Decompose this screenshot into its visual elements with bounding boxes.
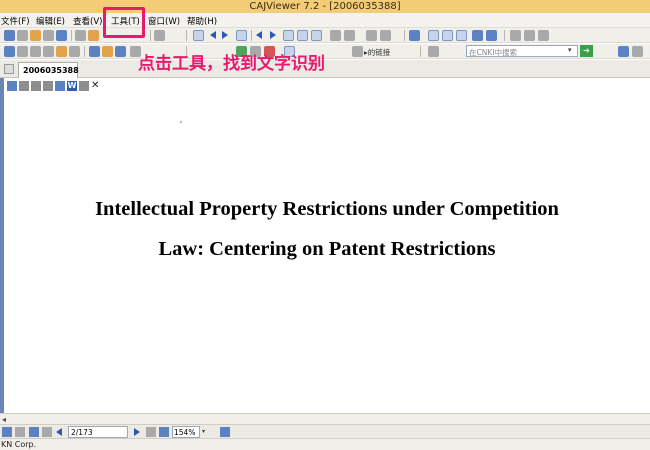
zoom-icon[interactable]: [159, 427, 169, 437]
hand-icon[interactable]: [154, 30, 165, 41]
last-page-icon[interactable]: [236, 30, 247, 41]
page-icon[interactable]: [79, 81, 89, 91]
continuous-page-icon[interactable]: [297, 30, 308, 41]
title-bar: CAJViewer 7.2 - [2006035388]: [0, 0, 650, 13]
save-icon[interactable]: [7, 81, 17, 91]
menu-view[interactable]: 查看(V): [73, 15, 102, 27]
actual-size-icon[interactable]: [442, 30, 453, 41]
last-page-icon[interactable]: [146, 427, 156, 437]
highlight-icon[interactable]: [56, 46, 67, 57]
text-select-icon[interactable]: [17, 46, 28, 57]
pencil-icon[interactable]: [89, 46, 100, 57]
paste-icon[interactable]: [88, 30, 99, 41]
snapshot-icon[interactable]: [30, 46, 41, 57]
link-icon[interactable]: [352, 46, 363, 57]
save-icon[interactable]: [4, 30, 15, 41]
fit-visible-icon[interactable]: [456, 30, 467, 41]
prev-page-icon[interactable]: [56, 428, 62, 436]
menu-edit[interactable]: 编辑(E): [36, 15, 65, 27]
zoom-in-icon[interactable]: [472, 30, 483, 41]
menu-file[interactable]: 文件(F): [1, 15, 30, 27]
status-text: KN Corp.: [1, 440, 37, 449]
print-icon[interactable]: [31, 81, 41, 91]
export-icon[interactable]: [43, 81, 53, 91]
ocr-icon[interactable]: [43, 46, 54, 57]
first-page-icon[interactable]: [42, 427, 52, 437]
find-icon[interactable]: [510, 30, 521, 41]
first-page-icon[interactable]: [193, 30, 204, 41]
rotate-icon[interactable]: [330, 30, 341, 41]
status-bar: KN Corp.: [0, 438, 650, 450]
search-go-button[interactable]: ➔: [580, 45, 593, 57]
copy-icon[interactable]: [75, 30, 86, 41]
navigation-bar: 2/173 154% ▾: [0, 424, 650, 438]
toc-icon[interactable]: [29, 427, 39, 437]
prev-page-icon[interactable]: [210, 31, 216, 39]
scroll-left-icon[interactable]: ◂: [2, 415, 6, 424]
help-icon[interactable]: [618, 46, 629, 57]
back-icon[interactable]: [256, 31, 262, 39]
preview-icon[interactable]: [43, 30, 54, 41]
single-page-icon[interactable]: [283, 30, 294, 41]
print-icon[interactable]: [30, 30, 41, 41]
thumbnail-toggle-icon[interactable]: [15, 427, 25, 437]
forward-icon[interactable]: [270, 31, 276, 39]
underline-icon[interactable]: [69, 46, 80, 57]
facing-page-icon[interactable]: [311, 30, 322, 41]
menu-bar: 文件(F) 编辑(E) 查看(V) 工具(T) 窗口(W) 帮助(H): [0, 13, 650, 28]
menu-window[interactable]: 窗口(W): [148, 15, 180, 27]
redo-icon[interactable]: [538, 30, 549, 41]
options-icon[interactable]: [632, 46, 643, 57]
page-speck: [180, 121, 182, 123]
select-icon[interactable]: [4, 46, 15, 57]
open-icon[interactable]: [17, 30, 28, 41]
link-label[interactable]: ▸的链接: [364, 47, 390, 58]
window-title: CAJViewer 7.2 - [2006035388]: [249, 1, 401, 12]
document-tab[interactable]: 2006035388: [18, 62, 79, 78]
next-page-icon[interactable]: [222, 31, 228, 39]
close-icon[interactable]: ✕: [91, 81, 101, 91]
paper-title-line-2: Law: Centering on Patent Restrictions: [158, 238, 496, 260]
annotation-toolbar: ▸的链接 在CNKI中搜索 ▾ ➔: [0, 44, 650, 59]
layout-icon[interactable]: [380, 30, 391, 41]
copy-icon[interactable]: [19, 81, 29, 91]
fit-width-icon[interactable]: [344, 30, 355, 41]
marker-icon[interactable]: [102, 46, 113, 57]
fit-page-icon[interactable]: [428, 30, 439, 41]
thumbnail-icon[interactable]: [366, 30, 377, 41]
paper-title-line-1: Intellectual Property Restrictions under…: [95, 198, 559, 220]
chevron-down-icon[interactable]: ▾: [568, 46, 572, 54]
rectangle-icon[interactable]: [115, 46, 126, 57]
menu-help[interactable]: 帮助(H): [187, 15, 217, 27]
mail-icon[interactable]: [56, 30, 67, 41]
document-list-icon[interactable]: [4, 64, 14, 74]
up-arrow-icon[interactable]: [220, 427, 230, 437]
page-number-input[interactable]: 2/173: [68, 426, 128, 438]
full-screen-icon[interactable]: [409, 30, 420, 41]
cnki-search-input[interactable]: 在CNKI中搜索: [466, 45, 578, 57]
annotation-instruction: 点击工具，找到文字识别: [138, 54, 325, 74]
zoom-out-icon[interactable]: [486, 30, 497, 41]
word-export-icon[interactable]: W: [67, 81, 77, 91]
zoom-dropdown-icon[interactable]: ▾: [202, 428, 205, 435]
undo-icon[interactable]: [524, 30, 535, 41]
search-options-icon[interactable]: [428, 46, 439, 57]
view-mode-icon[interactable]: [2, 427, 12, 437]
grid-icon[interactable]: [55, 81, 65, 91]
horizontal-scrollbar[interactable]: ◂: [0, 413, 650, 424]
next-page-icon[interactable]: [134, 428, 140, 436]
main-toolbar: [0, 28, 650, 43]
document-tab-strip: 2006035388: [0, 60, 650, 78]
annotation-highlight-box: [103, 7, 145, 38]
zoom-level-input[interactable]: 154%: [172, 426, 200, 438]
